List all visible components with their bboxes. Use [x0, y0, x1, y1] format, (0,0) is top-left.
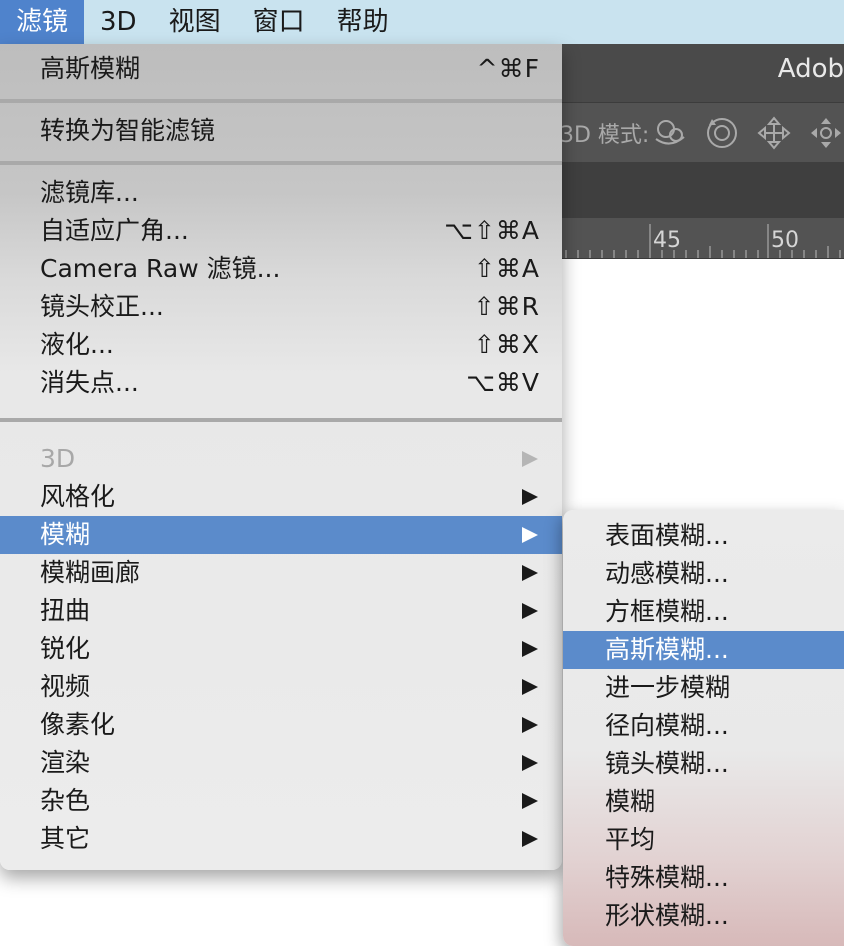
menu-item-pixelate[interactable]: 像素化: [0, 706, 562, 744]
menu-item-video[interactable]: 视频: [0, 668, 562, 706]
submenu-arrow-icon: [522, 603, 538, 619]
menu-item-shortcut: ^⌘F: [476, 54, 540, 83]
submenu-arrow-icon: [522, 489, 538, 505]
menubar-item-filter[interactable]: 滤镜: [0, 0, 85, 44]
3d-roll-icon[interactable]: [704, 115, 740, 151]
3d-pan-icon[interactable]: [756, 115, 792, 151]
submenu-arrow-icon: [522, 641, 538, 657]
menu-item-label: 渲染: [40, 748, 91, 777]
submenu-item-label: 表面模糊...: [605, 521, 729, 550]
menu-item-label: 锐化: [40, 634, 91, 663]
submenu-arrow-icon: [522, 679, 538, 695]
menu-item-shortcut: ⇧⌘A: [473, 254, 540, 283]
ruler-ticks: [565, 224, 841, 258]
menu-item-shortcut: ⌥⌘V: [466, 368, 540, 397]
menu-item-vanishing-point[interactable]: 消失点... ⌥⌘V: [0, 364, 562, 402]
submenu-item-label: 模糊: [605, 787, 656, 816]
menu-item-label: 转换为智能滤镜: [40, 116, 216, 145]
menu-item-label: 风格化: [40, 482, 116, 511]
menu-item-label: 滤镜库...: [40, 178, 139, 207]
menu-separator: [0, 161, 562, 165]
menubar: 滤镜 3D 视图 窗口 帮助: [0, 0, 844, 44]
menu-item-label: 镜头校正...: [40, 292, 164, 321]
submenu-arrow-icon: [522, 451, 538, 467]
submenu-item-gaussian-blur[interactable]: 高斯模糊...: [563, 631, 844, 669]
submenu-item-label: 高斯模糊...: [605, 635, 729, 664]
menu-item-adaptive-wide-angle[interactable]: 自适应广角... ⌥⇧⌘A: [0, 212, 562, 250]
menu-item-shortcut: ⇧⌘R: [473, 292, 540, 321]
submenu-item-blur[interactable]: 模糊: [563, 783, 844, 821]
submenu-item-label: 镜头模糊...: [605, 749, 729, 778]
submenu-item-label: 形状模糊...: [605, 901, 729, 930]
ruler-tick-label: 50: [771, 228, 799, 253]
menu-item-other[interactable]: 其它: [0, 820, 562, 858]
menu-item-label: 消失点...: [40, 368, 139, 397]
menu-item-lens-correction[interactable]: 镜头校正... ⇧⌘R: [0, 288, 562, 326]
menu-item-blur-gallery[interactable]: 模糊画廊: [0, 554, 562, 592]
menu-item-filter-gallery[interactable]: 滤镜库...: [0, 174, 562, 212]
3d-orbit-icon[interactable]: [652, 115, 688, 151]
menu-item-label: 液化...: [40, 330, 114, 359]
submenu-item-label: 特殊模糊...: [605, 863, 729, 892]
menu-item-label: 视频: [40, 672, 91, 701]
menu-separator: [0, 99, 562, 103]
submenu-item-motion-blur[interactable]: 动感模糊...: [563, 555, 844, 593]
submenu-item-box-blur[interactable]: 方框模糊...: [563, 593, 844, 631]
submenu-arrow-icon: [522, 793, 538, 809]
menu-item-stylize[interactable]: 风格化: [0, 478, 562, 516]
submenu-item-radial-blur[interactable]: 径向模糊...: [563, 707, 844, 745]
menu-item-3d: 3D: [0, 440, 562, 478]
submenu-item-surface-blur[interactable]: 表面模糊...: [563, 517, 844, 555]
menu-item-last-filter[interactable]: 高斯模糊 ^⌘F: [0, 50, 562, 88]
submenu-arrow-icon: [522, 831, 538, 847]
menubar-item-3d[interactable]: 3D: [84, 0, 153, 44]
submenu-item-average[interactable]: 平均: [563, 821, 844, 859]
submenu-item-blur-more[interactable]: 进一步模糊: [563, 669, 844, 707]
menu-item-label: 自适应广角...: [40, 216, 189, 245]
menu-item-blur[interactable]: 模糊: [0, 516, 562, 554]
submenu-item-shape-blur[interactable]: 形状模糊...: [563, 897, 844, 935]
menu-item-shortcut: ⌥⇧⌘A: [444, 216, 540, 245]
ruler-tick-label: 45: [653, 228, 681, 253]
menu-item-label: 3D: [40, 444, 76, 473]
blur-submenu: 表面模糊... 动感模糊... 方框模糊... 高斯模糊... 进一步模糊 径向…: [563, 510, 844, 946]
filter-menu: 高斯模糊 ^⌘F 转换为智能滤镜 滤镜库... 自适应广角... ⌥⇧⌘A Ca…: [0, 44, 562, 870]
menu-item-label: 像素化: [40, 710, 116, 739]
submenu-item-label: 进一步模糊: [605, 673, 731, 702]
menubar-item-help[interactable]: 帮助: [321, 0, 405, 44]
menu-item-liquify[interactable]: 液化... ⇧⌘X: [0, 326, 562, 364]
menu-item-convert-smart-filter[interactable]: 转换为智能滤镜: [0, 112, 562, 150]
menu-item-label: 扭曲: [40, 596, 91, 625]
app-title: Adob: [777, 54, 844, 84]
menu-item-label: 杂色: [40, 786, 91, 815]
menu-item-camera-raw[interactable]: Camera Raw 滤镜... ⇧⌘A: [0, 250, 562, 288]
menu-item-label: 模糊: [40, 520, 91, 549]
submenu-item-smart-blur[interactable]: 特殊模糊...: [563, 859, 844, 897]
menubar-item-window[interactable]: 窗口: [237, 0, 321, 44]
submenu-arrow-icon: [522, 565, 538, 581]
menubar-item-view[interactable]: 视图: [153, 0, 237, 44]
menu-item-shortcut: ⇧⌘X: [473, 330, 540, 359]
menu-item-label: 其它: [40, 824, 91, 853]
menu-item-sharpen[interactable]: 锐化: [0, 630, 562, 668]
submenu-item-label: 方框模糊...: [605, 597, 729, 626]
menu-item-distort[interactable]: 扭曲: [0, 592, 562, 630]
menu-item-render[interactable]: 渲染: [0, 744, 562, 782]
menu-separator: [0, 418, 562, 422]
menu-item-noise[interactable]: 杂色: [0, 782, 562, 820]
submenu-item-label: 径向模糊...: [605, 711, 729, 740]
submenu-item-lens-blur[interactable]: 镜头模糊...: [563, 745, 844, 783]
menu-item-label: Camera Raw 滤镜...: [40, 254, 281, 283]
menu-item-label: 高斯模糊: [40, 54, 141, 83]
submenu-item-label: 动感模糊...: [605, 559, 729, 588]
submenu-item-label: 平均: [605, 825, 656, 854]
submenu-arrow-icon: [522, 755, 538, 771]
3d-slide-icon[interactable]: [808, 115, 844, 151]
menu-item-label: 模糊画廊: [40, 558, 141, 587]
submenu-arrow-icon: [522, 717, 538, 733]
submenu-arrow-icon: [522, 527, 538, 543]
mode-label: 3D 模式:: [560, 123, 650, 148]
